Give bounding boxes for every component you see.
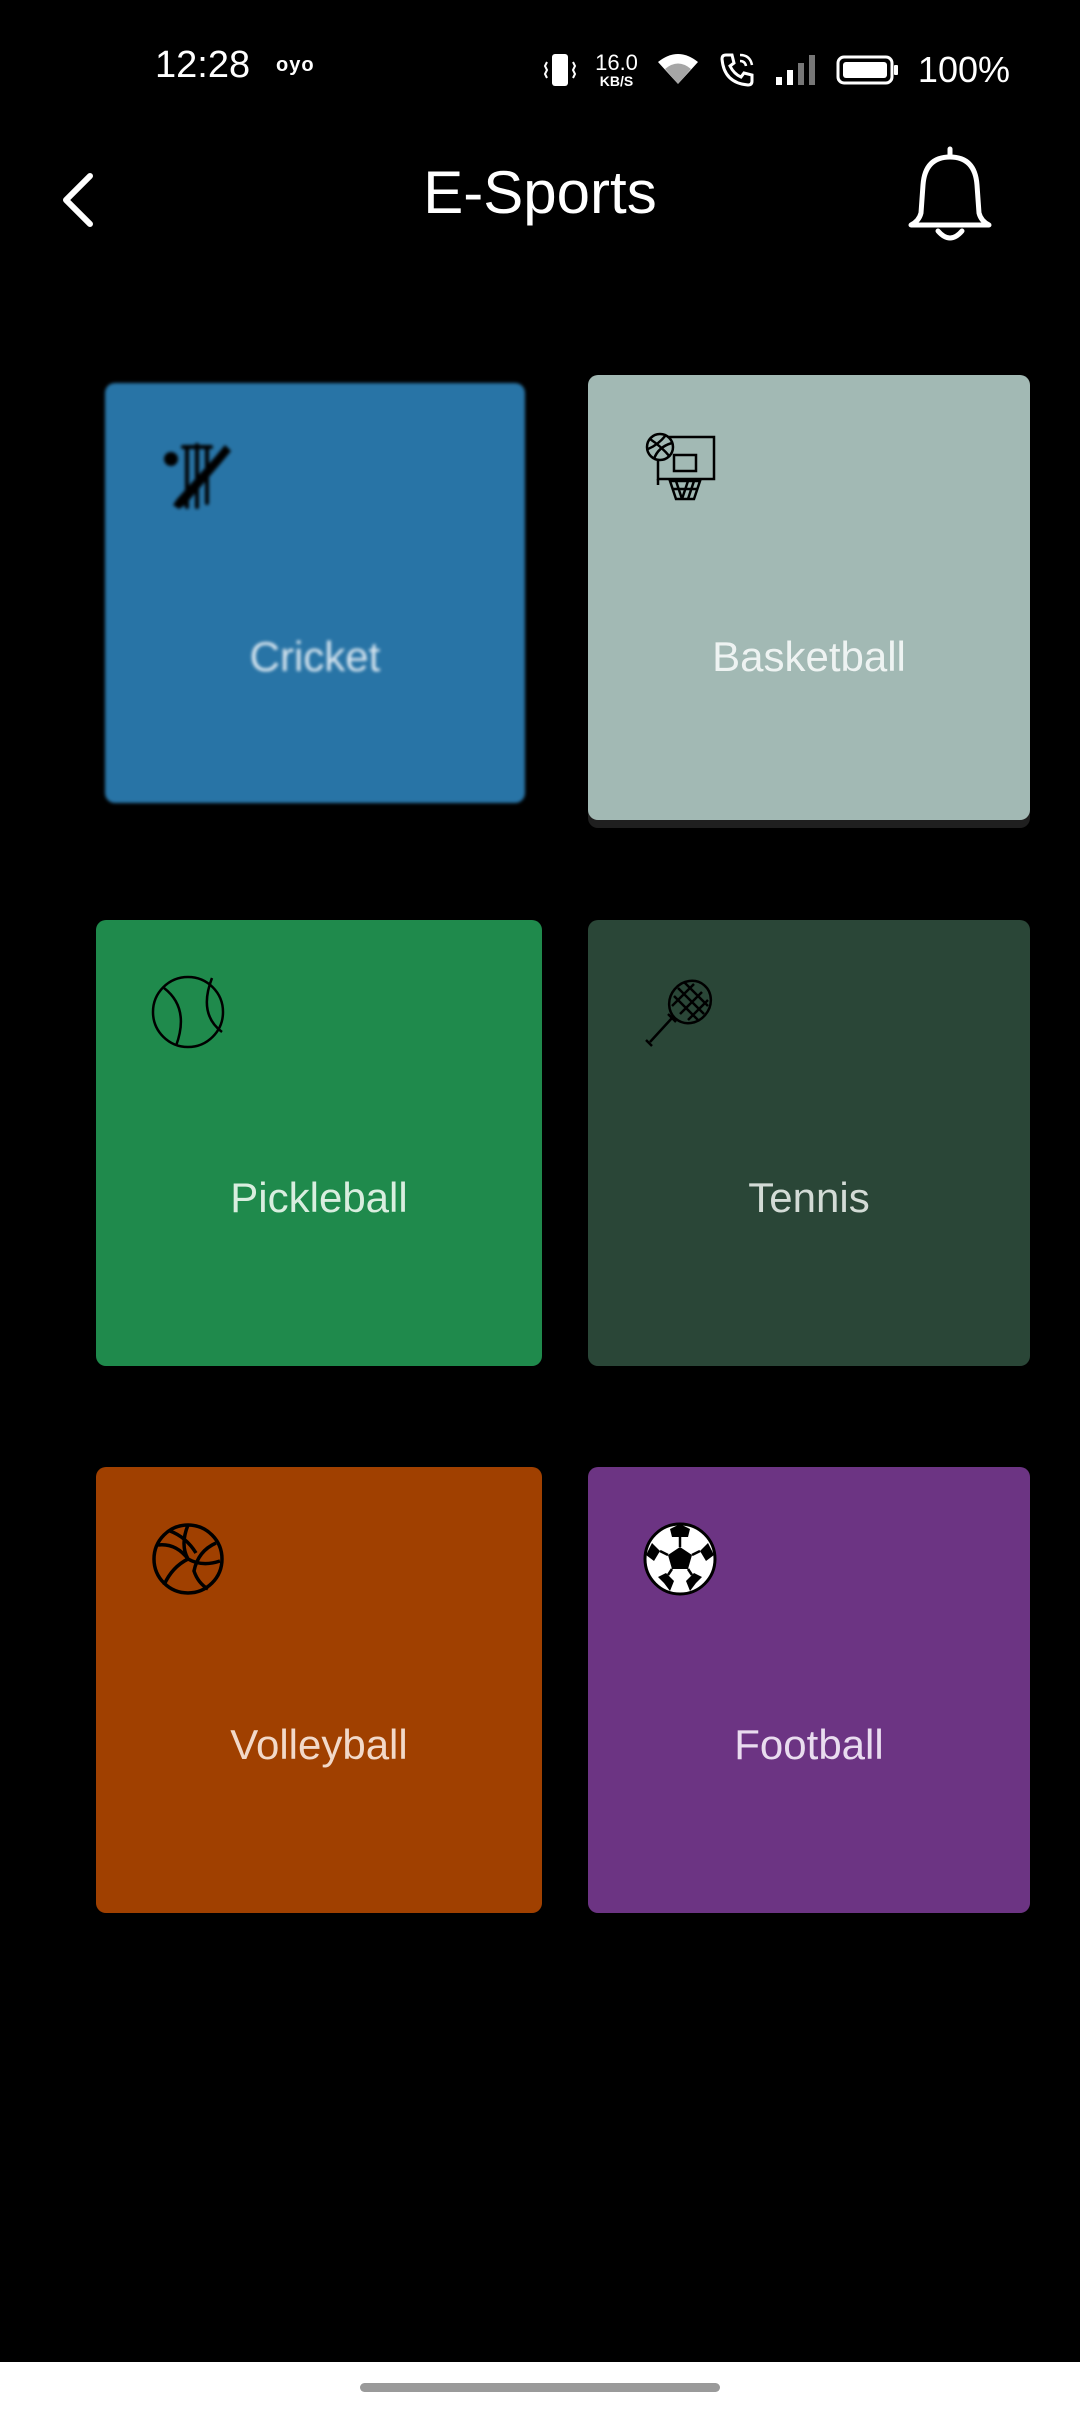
basketball-icon bbox=[645, 432, 716, 501]
sport-card-pickleball[interactable]: Pickleball bbox=[96, 920, 542, 1366]
net-speed-unit: KB/S bbox=[599, 73, 634, 89]
signal-icon bbox=[775, 55, 815, 85]
sport-card-football[interactable]: Football bbox=[588, 1467, 1030, 1913]
net-speed-value: 16.0 bbox=[595, 50, 638, 75]
sport-label: Football bbox=[734, 1721, 884, 1768]
sport-label: Tennis bbox=[748, 1174, 870, 1221]
sport-card-basketball[interactable]: Basketball bbox=[588, 375, 1030, 820]
sport-label: Pickleball bbox=[230, 1174, 408, 1221]
network-speed: 16.0 KB/S bbox=[595, 50, 638, 89]
sport-card-cricket[interactable]: Cricket bbox=[105, 383, 525, 803]
home-indicator[interactable] bbox=[360, 2383, 720, 2392]
sport-label: Cricket bbox=[249, 633, 381, 680]
volleyball-icon bbox=[152, 1523, 224, 1595]
football-icon bbox=[643, 1522, 717, 1596]
status-icons: 16.0 KB/S 100% bbox=[543, 40, 1010, 100]
tennis-icon bbox=[645, 979, 713, 1047]
sport-label: Volleyball bbox=[230, 1721, 408, 1768]
carrier-label: oyo bbox=[276, 54, 315, 76]
battery-icon bbox=[836, 55, 898, 85]
status-bar: 12:28 oyo 16.0 KB/S 100% bbox=[0, 0, 1080, 140]
sport-card-volleyball[interactable]: Volleyball bbox=[96, 1467, 542, 1913]
sport-card-tennis[interactable]: Tennis bbox=[588, 920, 1030, 1366]
cricket-icon bbox=[164, 443, 231, 509]
vibrate-icon bbox=[543, 54, 577, 86]
wifi-icon bbox=[657, 54, 698, 84]
sport-label: Basketball bbox=[712, 633, 906, 680]
call-icon bbox=[720, 53, 754, 87]
app-header: E-Sports bbox=[0, 140, 1080, 250]
bell-icon bbox=[908, 146, 992, 241]
status-time: 12:28 bbox=[155, 44, 251, 86]
battery-level: 100% bbox=[917, 49, 1010, 90]
notification-button[interactable] bbox=[900, 140, 1000, 250]
pickleball-icon bbox=[151, 975, 225, 1049]
